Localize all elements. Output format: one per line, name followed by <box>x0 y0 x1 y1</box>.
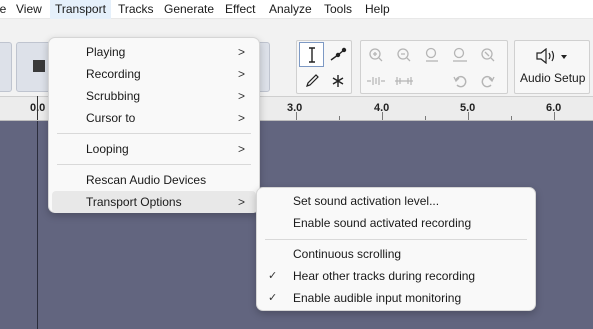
multi-tool[interactable] <box>325 68 350 93</box>
trim-audio-icon[interactable] <box>363 68 388 93</box>
menu-tracks[interactable]: Tracks <box>113 0 159 19</box>
tools-toolbar <box>296 40 352 94</box>
ruler-tick <box>339 116 340 120</box>
zoom-out-icon[interactable] <box>391 42 416 67</box>
menu-analyze[interactable]: Analyze <box>264 0 317 19</box>
menu-item-looping[interactable]: Looping > <box>49 138 259 160</box>
menu-item-label: Scrubbing <box>86 89 141 103</box>
ruler-tick <box>382 112 383 120</box>
ruler-tick <box>511 116 512 120</box>
menu-item-enable-sound-activated-recording[interactable]: Enable sound activated recording <box>257 212 535 234</box>
menu-separator <box>57 164 251 165</box>
menu-item-scrubbing[interactable]: Scrubbing > <box>49 85 259 107</box>
playhead-track-line <box>37 121 38 329</box>
stop-icon <box>33 60 45 72</box>
menu-help[interactable]: Help <box>360 0 395 19</box>
transport-menu: Playing > Recording > Scrubbing > Cursor… <box>48 37 260 213</box>
undo-icon[interactable] <box>447 68 472 93</box>
selection-tool[interactable] <box>299 42 324 67</box>
zoom-toggle-icon[interactable] <box>475 42 500 67</box>
menu-separator <box>265 239 527 240</box>
zoom-in-icon[interactable] <box>363 42 388 67</box>
menu-item-label: Set sound activation level... <box>293 194 440 208</box>
draw-tool[interactable] <box>299 68 324 93</box>
menu-view[interactable]: View <box>11 0 47 19</box>
menu-item-cursor-to[interactable]: Cursor to > <box>49 107 259 129</box>
menu-item-label: Enable sound activated recording <box>293 216 472 230</box>
audio-setup-button[interactable]: Audio Setup <box>514 40 590 94</box>
ruler-tick <box>554 112 555 120</box>
audacity-window: File View Transport Tracks Generate Effe… <box>0 0 593 329</box>
transport-options-submenu: Set sound activation level... Enable sou… <box>256 187 536 311</box>
menu-file[interactable]: File <box>0 0 11 19</box>
i-beam-icon <box>308 46 315 63</box>
asterisk-icon <box>332 74 343 87</box>
menu-item-label: Recording <box>86 67 141 81</box>
menu-transport[interactable]: Transport <box>50 0 111 19</box>
menu-separator <box>57 133 251 134</box>
chevron-right-icon: > <box>238 67 246 81</box>
playhead-line <box>37 96 38 120</box>
menu-item-continuous-scrolling[interactable]: Continuous scrolling <box>257 243 535 265</box>
silence-audio-icon[interactable] <box>391 68 416 93</box>
menu-tools[interactable]: Tools <box>319 0 357 19</box>
menu-item-label: Playing <box>86 45 126 59</box>
ruler-tick <box>296 112 297 120</box>
menu-item-set-sound-activation-level[interactable]: Set sound activation level... <box>257 190 535 212</box>
menu-generate[interactable]: Generate <box>159 0 219 19</box>
chevron-right-icon: > <box>238 195 246 209</box>
menu-item-label: Enable audible input monitoring <box>293 291 462 305</box>
ruler-tick <box>468 112 469 120</box>
menu-item-transport-options[interactable]: Transport Options > <box>52 191 256 213</box>
menu-item-label: Hear other tracks during recording <box>293 269 476 283</box>
envelope-icon <box>330 47 346 61</box>
menu-item-playing[interactable]: Playing > <box>49 41 259 63</box>
ruler-label-3: 3.0 <box>287 102 303 114</box>
menu-bar: File View Transport Tracks Generate Effe… <box>0 0 593 19</box>
chevron-right-icon: > <box>238 45 246 59</box>
checkmark-icon: ✓ <box>268 292 278 304</box>
play-button[interactable] <box>0 42 12 92</box>
ruler-tick <box>425 116 426 120</box>
menu-item-label: Continuous scrolling <box>293 247 402 261</box>
checkmark-icon: ✓ <box>268 270 278 282</box>
edit-toolbar <box>360 40 508 94</box>
menu-item-recording[interactable]: Recording > <box>49 63 259 85</box>
menu-item-hear-other-tracks[interactable]: ✓ Hear other tracks during recording <box>257 265 535 287</box>
menu-item-label: Transport Options <box>86 195 182 209</box>
fit-project-icon[interactable] <box>447 42 472 67</box>
menu-effect[interactable]: Effect <box>220 0 260 19</box>
chevron-right-icon: > <box>238 89 246 103</box>
menu-item-rescan-audio-devices[interactable]: Rescan Audio Devices <box>49 169 259 191</box>
menu-item-label: Rescan Audio Devices <box>86 173 207 187</box>
speaker-icon <box>536 48 567 64</box>
chevron-right-icon: > <box>238 142 246 156</box>
toolbar-top-strip <box>0 19 593 36</box>
pencil-icon <box>305 73 319 87</box>
chevron-right-icon: > <box>238 111 246 125</box>
envelope-tool[interactable] <box>325 42 350 67</box>
menu-item-enable-audible-input-monitoring[interactable]: ✓ Enable audible input monitoring <box>257 287 535 309</box>
audio-setup-label: Audio Setup <box>520 71 586 85</box>
menu-item-label: Cursor to <box>86 111 136 125</box>
redo-icon[interactable] <box>475 68 500 93</box>
menu-item-label: Looping <box>86 142 129 156</box>
fit-selection-icon[interactable] <box>419 42 444 67</box>
